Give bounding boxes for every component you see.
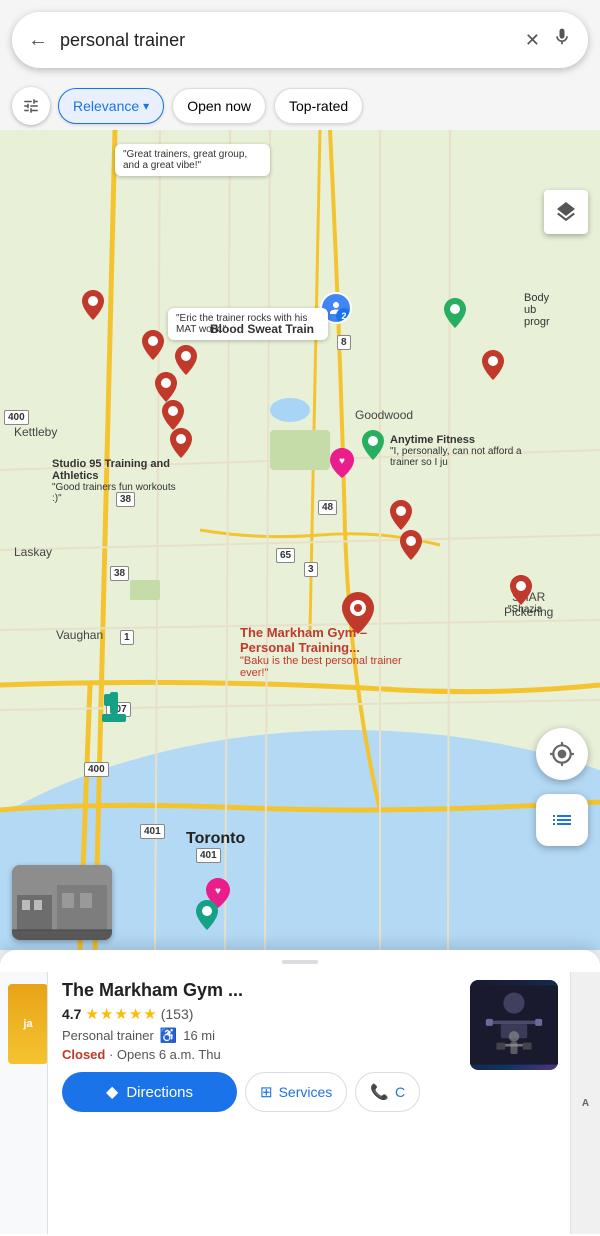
relevance-arrow: ▾: [143, 99, 149, 113]
panel-handle: [282, 960, 318, 964]
call-button[interactable]: 📞 C: [355, 1072, 420, 1112]
top-rated-label: Top-rated: [289, 98, 348, 114]
card-rating-row: 4.7 ★ ★ ★ ★ ★ (153): [62, 1005, 456, 1023]
callout-anytime-fitness: Anytime Fitness "I, personally, can not …: [390, 434, 545, 468]
list-view-button[interactable]: [536, 794, 588, 846]
bottom-panel: ja The Markham Gym ... 4.7 ★ ★ ★ ★ ★ (15…: [0, 950, 600, 1236]
card-peek-right[interactable]: A: [570, 972, 600, 1234]
pin-selected-markham[interactable]: [342, 592, 374, 634]
call-label: C: [395, 1084, 405, 1100]
card-info-category: Personal trainer ♿ 16 mi: [62, 1027, 456, 1044]
layer-toggle-button[interactable]: [544, 190, 588, 234]
closed-status: Closed: [62, 1047, 105, 1062]
callout-shazia: "Shazia: [508, 604, 542, 615]
pin-shar[interactable]: [510, 575, 532, 605]
services-label: Services: [279, 1084, 333, 1100]
opens-label: Opens 6 a.m. Thu: [117, 1047, 221, 1062]
pin-teal-2[interactable]: [196, 900, 218, 930]
top-rated-filter[interactable]: Top-rated: [274, 88, 363, 124]
star-3: ★: [114, 1005, 127, 1023]
review-count: (153): [161, 1006, 194, 1022]
search-query[interactable]: personal trainer: [60, 30, 513, 51]
services-button[interactable]: ⊞ Services: [245, 1072, 347, 1112]
pin-7[interactable]: [400, 530, 422, 560]
filter-bar: Relevance ▾ Open now Top-rated: [0, 82, 600, 130]
card-actions: ◆ Directions ⊞ Services 📞 C: [62, 1072, 456, 1112]
search-bar: ← personal trainer ✕: [12, 12, 588, 68]
pin-green-2[interactable]: [444, 298, 466, 328]
label-blood-sweat: Blood Sweat Train: [210, 322, 314, 336]
main-business-card: The Markham Gym ... 4.7 ★ ★ ★ ★ ★ (153) …: [48, 972, 470, 1234]
services-icon: ⊞: [260, 1083, 273, 1101]
wheelchair-icon: ♿: [160, 1027, 177, 1044]
street-view-thumbnail[interactable]: [12, 865, 112, 940]
card-title: The Markham Gym ...: [62, 980, 456, 1001]
svg-text:♥: ♥: [215, 886, 221, 897]
open-now-label: Open now: [187, 98, 251, 114]
pin-1[interactable]: [82, 290, 104, 320]
cards-row: ja The Markham Gym ... 4.7 ★ ★ ★ ★ ★ (15…: [0, 972, 600, 1234]
star-5: ★: [143, 1005, 156, 1023]
card-peek-left[interactable]: ja: [0, 972, 48, 1234]
pin-3[interactable]: [175, 345, 197, 375]
star-2: ★: [100, 1005, 113, 1023]
callout-trainers-vibe: "Great trainers, great group, and a grea…: [115, 144, 270, 176]
pin-6[interactable]: [170, 428, 192, 458]
callout-studio95: Studio 95 Training and Athletics "Good t…: [52, 458, 182, 504]
pin-teal-1[interactable]: [102, 692, 126, 724]
location-button[interactable]: [536, 728, 588, 780]
badge-count: 2: [336, 308, 352, 324]
directions-label: Directions: [126, 1084, 193, 1101]
star-4: ★: [129, 1005, 142, 1023]
relevance-filter[interactable]: Relevance ▾: [58, 88, 164, 124]
pin-green-1[interactable]: [362, 430, 384, 460]
pin-5[interactable]: [162, 400, 184, 430]
svg-text:♥: ♥: [339, 456, 345, 467]
card-image-container: [470, 972, 570, 1234]
category-label: Personal trainer: [62, 1028, 154, 1043]
back-button[interactable]: ←: [28, 29, 48, 52]
star-1: ★: [85, 1005, 98, 1023]
filter-options-button[interactable]: [12, 87, 50, 125]
directions-button[interactable]: ◆ Directions: [62, 1072, 237, 1112]
card-status: Closed · Opens 6 a.m. Thu: [62, 1047, 456, 1062]
pin-2[interactable]: [142, 330, 164, 360]
pin-heart-1[interactable]: ♥: [330, 448, 354, 478]
pin-body[interactable]: [482, 350, 504, 380]
call-icon: 📞: [370, 1083, 389, 1101]
directions-icon: ◆: [106, 1082, 118, 1102]
label-body: Bodyubprogr: [524, 292, 550, 328]
map-area[interactable]: 400 38 38 8 48 65 3 1 407 400 401 401 Ke…: [0, 130, 600, 950]
mic-button[interactable]: [552, 27, 572, 53]
pin-anytime[interactable]: [390, 500, 412, 530]
opens-time: ·: [109, 1047, 117, 1062]
stars-display: ★ ★ ★ ★ ★: [85, 1005, 156, 1023]
relevance-label: Relevance: [73, 98, 139, 114]
card-rating: 4.7: [62, 1006, 81, 1022]
clear-button[interactable]: ✕: [525, 30, 540, 51]
gym-image: [470, 980, 558, 1070]
distance-label: 16 mi: [183, 1028, 215, 1043]
pin-4[interactable]: [155, 372, 177, 402]
callout-markham-gym: The Markham Gym – Personal Training... "…: [240, 625, 420, 679]
open-now-filter[interactable]: Open now: [172, 88, 266, 124]
